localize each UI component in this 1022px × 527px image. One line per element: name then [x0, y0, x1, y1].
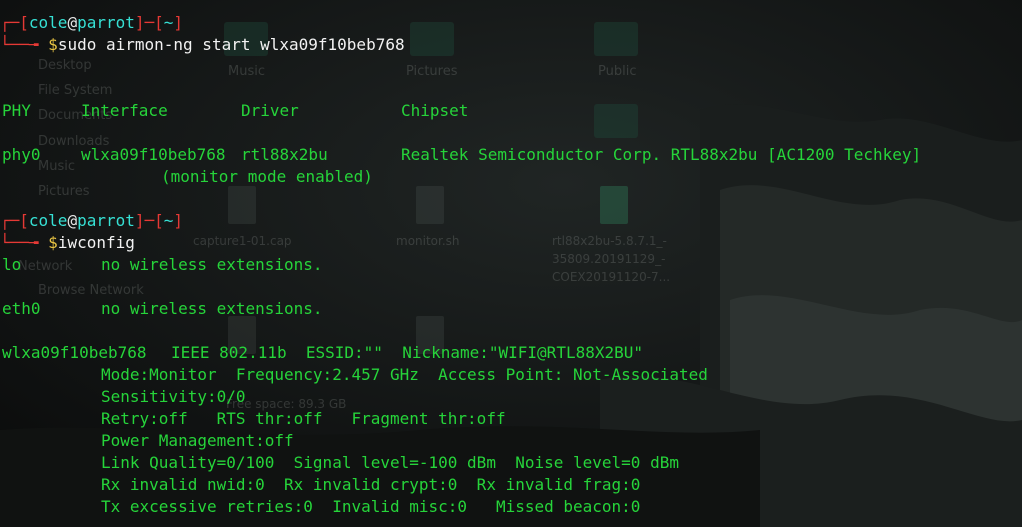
header-phy: PHY	[2, 101, 31, 120]
terminal-window[interactable]: ┌─[cole@parrot]─[~] └──╼ $sudo airmon-ng…	[0, 0, 1022, 527]
wireless-detail-line: Rx invalid nwid:0 Rx invalid crypt:0 Rx …	[101, 475, 641, 494]
header-driver: Driver	[241, 101, 299, 120]
wireless-detail-line: Link Quality=0/100 Signal level=-100 dBm…	[101, 453, 679, 472]
prompt-arrow: └──╼	[0, 233, 49, 252]
iface-eth0-name: eth0	[2, 299, 41, 318]
header-interface: Interface	[81, 101, 168, 120]
wireless-detail-line: Power Management:off	[101, 431, 294, 450]
prompt-dir: ~	[163, 211, 174, 230]
prompt-corner: ┌─[	[0, 13, 29, 32]
prompt-line: ┌─[cole@parrot]─[~]	[0, 12, 183, 34]
prompt-user: cole	[28, 211, 68, 230]
prompt-line: ┌─[cole@parrot]─[~]	[0, 210, 183, 232]
prompt-separator: ]─[	[134, 13, 164, 32]
prompt-arrow: └──╼	[0, 35, 49, 54]
iface-eth0-info: no wireless extensions.	[101, 299, 323, 318]
wireless-detail-line: Mode:Monitor Frequency:2.457 GHz Access …	[101, 365, 708, 384]
iface-lo-info: no wireless extensions.	[101, 255, 323, 274]
wireless-iface-name: wlxa09f10beb768	[2, 343, 147, 362]
wireless-detail-line: Retry:off RTS thr:off Fragment thr:off	[101, 409, 506, 428]
command-line: └──╼ $iwconfig	[0, 232, 135, 254]
prompt-dollar: $	[48, 35, 58, 54]
cell-phy: phy0	[2, 145, 41, 164]
prompt-corner: ┌─[	[0, 211, 29, 230]
prompt-user: cole	[28, 13, 68, 32]
prompt-dir: ~	[163, 13, 174, 32]
wireless-header-info: IEEE 802.11b ESSID:"" Nickname:"WIFI@RTL…	[171, 343, 644, 362]
prompt-close: ]	[173, 13, 184, 32]
prompt-at: @	[67, 211, 78, 230]
wireless-detail-line: Tx excessive retries:0 Invalid misc:0 Mi…	[101, 497, 641, 516]
cell-driver: rtl88x2bu	[241, 145, 328, 164]
prompt-dollar: $	[48, 233, 58, 252]
prompt-host: parrot	[77, 13, 135, 32]
header-chipset: Chipset	[401, 101, 469, 120]
monitor-mode-note: (monitor mode enabled)	[161, 167, 373, 186]
command-text: sudo airmon-ng start wlxa09f10beb768	[57, 35, 405, 54]
wireless-detail-line: Sensitivity:0/0	[101, 387, 246, 406]
iface-lo-name: lo	[2, 255, 22, 274]
prompt-close: ]	[173, 211, 184, 230]
command-text: iwconfig	[57, 233, 135, 252]
cell-interface: wlxa09f10beb768	[81, 145, 226, 164]
prompt-separator: ]─[	[134, 211, 164, 230]
prompt-host: parrot	[77, 211, 135, 230]
command-line: └──╼ $sudo airmon-ng start wlxa09f10beb7…	[0, 34, 405, 56]
prompt-at: @	[67, 13, 78, 32]
cell-chipset: Realtek Semiconductor Corp. RTL88x2bu [A…	[401, 145, 922, 164]
